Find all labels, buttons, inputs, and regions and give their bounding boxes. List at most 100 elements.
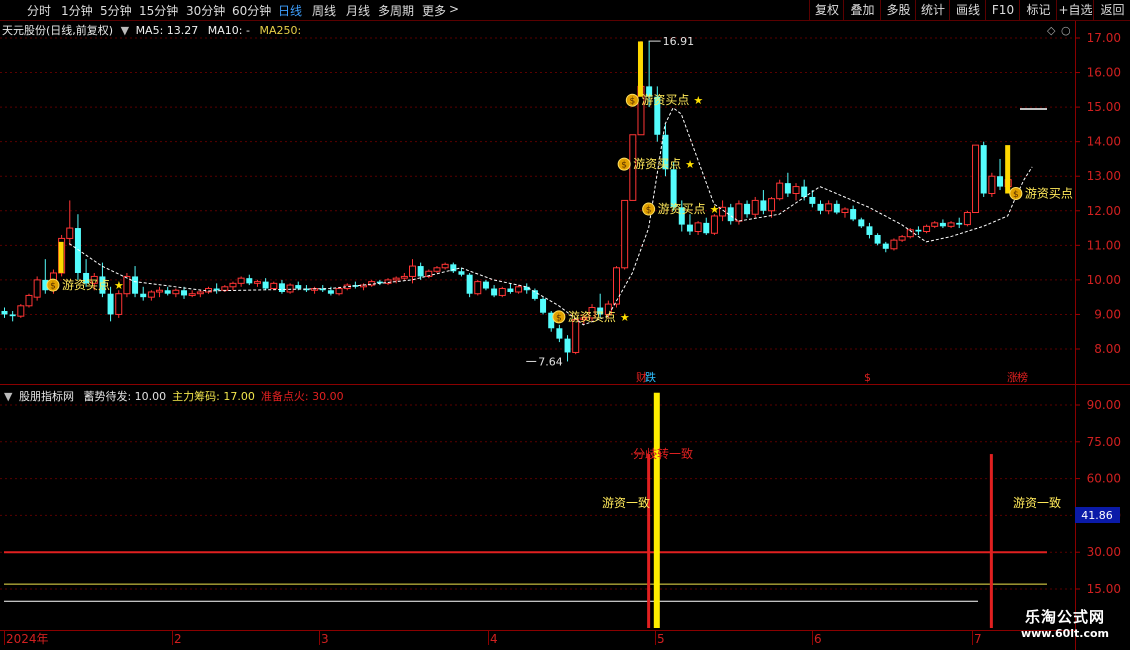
candle-body [507, 288, 514, 292]
candle-body [1, 310, 8, 315]
current-value-label: 41.86 [1081, 509, 1113, 522]
diamond-icon[interactable]: ◇ [1047, 24, 1056, 37]
indicator-tick-label: 60.00 [1087, 472, 1121, 486]
candle-body [768, 198, 776, 212]
buy-point-label: 游资买点 [658, 202, 706, 216]
limit-up-marker [58, 241, 64, 273]
candle-body [613, 267, 620, 305]
candle-body [9, 314, 16, 317]
consensus-label: 游资一致 [1013, 496, 1061, 510]
buy-point-label: 游资买点 [568, 310, 616, 324]
indicator-tick-label: 90.00 [1087, 398, 1121, 412]
money-bag-glyph: $ [629, 97, 635, 107]
candle-body [107, 293, 114, 315]
candle-body [450, 264, 457, 272]
money-bag-glyph: $ [556, 313, 562, 323]
candle-body [33, 279, 41, 298]
price-tick-label: 15.00 [1087, 100, 1121, 114]
buy-point-star: ★ [114, 279, 124, 292]
candle-body [825, 203, 833, 212]
candle-body [286, 284, 294, 293]
indicator-tick-label: 15.00 [1087, 582, 1121, 596]
money-bag-glyph: $ [1013, 190, 1019, 200]
candle-body [882, 243, 889, 249]
candle-body [147, 291, 155, 298]
month-label: 6 [814, 632, 822, 646]
month-label: 5 [657, 632, 665, 646]
buy-point-star: ★ [710, 203, 720, 216]
candle-body [956, 222, 963, 225]
consensus-label: 游资一致 [602, 496, 650, 510]
price-tick-label: 11.00 [1087, 238, 1121, 252]
candle-body [980, 145, 987, 194]
candle-body [237, 277, 245, 284]
buy-point-star: ★ [620, 311, 630, 324]
candle-body [686, 224, 693, 232]
watermark: 乐淘公式网 www.60lt.com [1000, 606, 1130, 640]
candle-body [213, 288, 220, 291]
diverge-label: 分歧转一致 [633, 446, 693, 461]
candle-body [515, 286, 523, 293]
candle-body [458, 271, 465, 275]
candle-body [858, 219, 865, 227]
candle-body [17, 305, 25, 317]
candle-body [400, 275, 408, 279]
kline-chart[interactable]: 17.00 16.00 15.00 14.00 13.00 12.00 11.00 10.00… [0, 0, 1130, 650]
candle-body [866, 226, 873, 235]
candle-body [703, 222, 710, 234]
candle-body [817, 203, 824, 211]
candle-body [335, 288, 343, 295]
candle-body [784, 183, 791, 194]
candle-body [474, 281, 482, 295]
candle-body [466, 274, 473, 294]
candle-body [196, 291, 204, 295]
candle-body [132, 276, 139, 294]
circle-icon[interactable]: ○ [1061, 24, 1071, 37]
buy-point-star: ★ [693, 94, 703, 107]
candle-body [229, 282, 237, 288]
candle-body [710, 215, 718, 234]
ma5-line [68, 107, 1033, 326]
indicator-tick-label: 30.00 [1087, 545, 1121, 559]
candle-body [833, 203, 840, 213]
candle-body [221, 286, 229, 291]
candle-body [621, 199, 629, 269]
event-marker-1[interactable]: 跌 [645, 370, 656, 384]
month-label: 2 [174, 632, 182, 646]
candle-body [540, 298, 547, 313]
price-tick-label: 8.00 [1094, 342, 1121, 356]
event-marker-4[interactable]: 榜 [1017, 370, 1028, 384]
candle-body [25, 294, 33, 307]
price-tick-label: 10.00 [1087, 273, 1121, 287]
candle-body [776, 182, 784, 200]
candle-body [556, 328, 563, 339]
candle-body [963, 212, 971, 226]
buy-point-label: 游资买点 [633, 157, 681, 171]
buy-point-label: 游资买点 [1025, 187, 1073, 201]
candle-body [327, 290, 334, 294]
candle-body [417, 266, 424, 277]
event-marker-2[interactable]: $ [864, 371, 871, 384]
candle-body [841, 208, 849, 214]
candle-body [156, 289, 164, 293]
price-tick-label: 12.00 [1087, 204, 1121, 218]
candle-body [572, 319, 580, 353]
candle-body [890, 239, 898, 250]
indicator-spike [989, 454, 993, 628]
indicator-spike [653, 392, 660, 628]
watermark-url: www.60lt.com [1020, 627, 1110, 640]
candle-body [181, 290, 188, 296]
candle-body [409, 265, 416, 277]
candle-body [205, 288, 212, 293]
candle-body [392, 277, 400, 281]
month-label: 3 [321, 632, 329, 646]
price-tick-label: 9.00 [1094, 307, 1121, 321]
candle-body [931, 222, 939, 227]
candle-body [270, 282, 278, 290]
month-label: 2024年 [6, 632, 49, 646]
indicator-tick-label: 75.00 [1087, 435, 1121, 449]
candle-body [997, 176, 1004, 187]
buy-point-label: 游资买点 [641, 93, 689, 107]
candle-body [694, 222, 702, 233]
candle-body [482, 281, 489, 289]
